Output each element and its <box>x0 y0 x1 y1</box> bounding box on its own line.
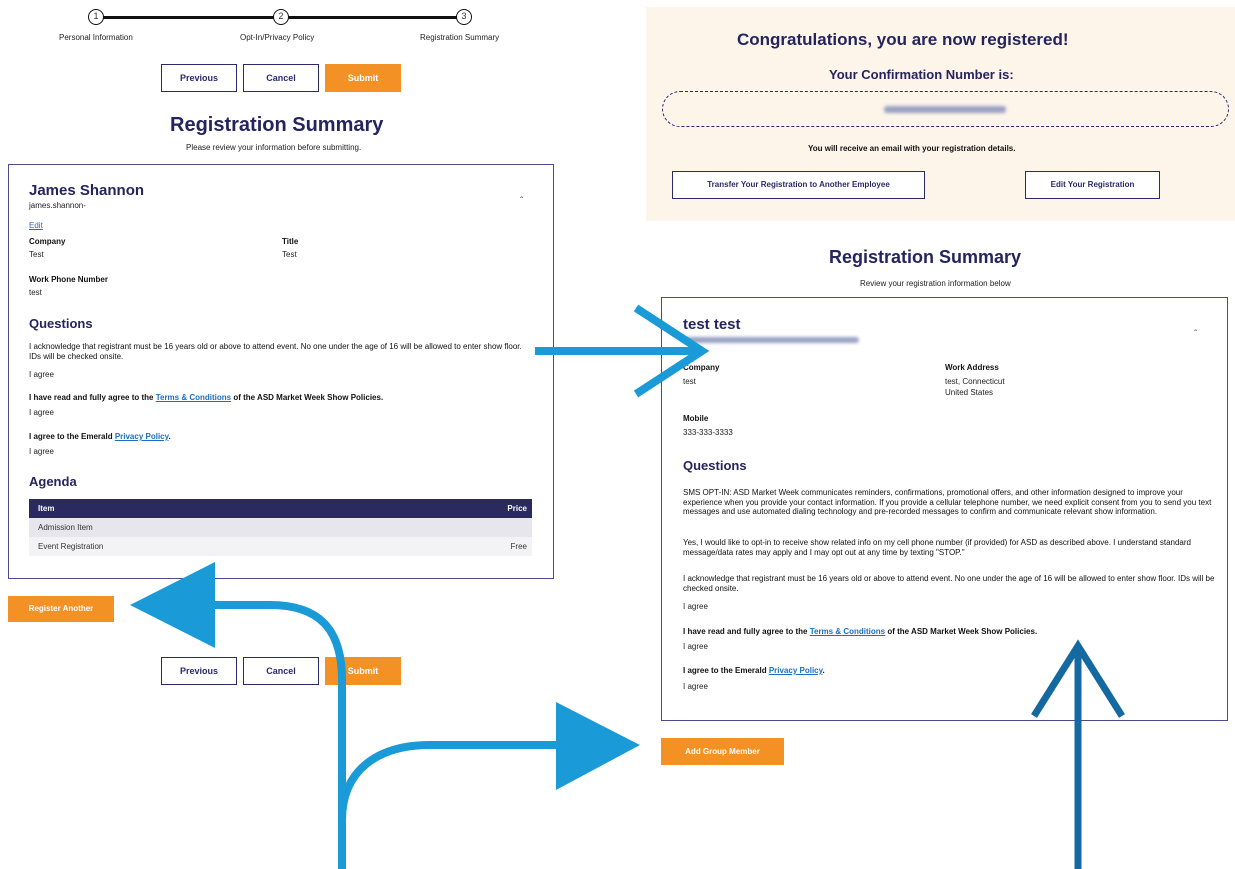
arrow-terms-up-icon <box>1031 639 1125 869</box>
arrow-add-group-member-icon <box>338 702 640 821</box>
arrow-questions-right-icon <box>535 304 710 398</box>
arrow-register-another-icon <box>130 562 346 869</box>
annotation-arrows <box>130 304 1125 869</box>
